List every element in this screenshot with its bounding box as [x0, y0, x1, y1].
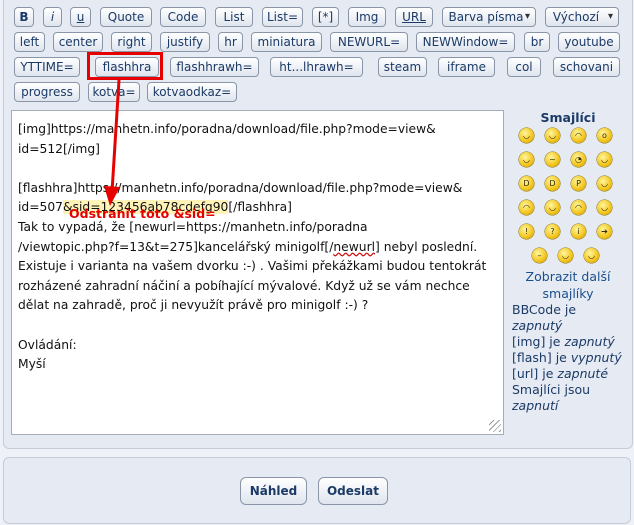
- annotation-arrow: [104, 79, 121, 206]
- annotation-text: Odstranit toto &sid=: [69, 206, 216, 221]
